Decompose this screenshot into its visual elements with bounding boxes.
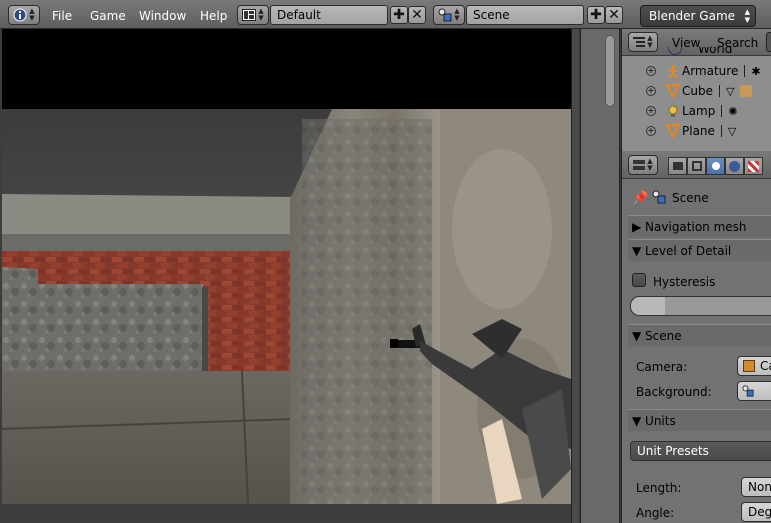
outliner-item-label: Plane (682, 124, 715, 138)
length-label: Length: (636, 481, 682, 495)
crosshair-icon (390, 339, 398, 347)
angle-unit-select[interactable]: Degr (741, 502, 771, 522)
world-tab-icon[interactable] (725, 157, 744, 175)
expand-icon[interactable]: + (646, 66, 656, 76)
delete-screen-icon[interactable]: ✕ (408, 6, 426, 24)
outliner-item-label: Cube (682, 84, 713, 98)
mesh-icon (666, 124, 680, 138)
screen-layout-browse-button[interactable]: ▲ ▼ (237, 5, 269, 25)
unit-presets-menu[interactable]: Unit Presets (630, 441, 771, 461)
render-engine-value: Blender Game (649, 9, 736, 23)
render-layers-tab-icon[interactable] (687, 157, 706, 175)
mesh-icon (666, 84, 680, 98)
expand-icon[interactable]: + (646, 126, 656, 136)
separator (721, 105, 723, 117)
menu-file[interactable]: File (52, 9, 72, 23)
length-unit-select[interactable]: None (741, 477, 771, 497)
scene-icon (438, 8, 452, 22)
outliner-item-label: Armature (682, 64, 739, 78)
dropdown-arrows-icon: ▲ ▼ (29, 7, 35, 22)
outliner-item-label: World (698, 47, 733, 56)
angle-label: Angle: (636, 506, 675, 520)
expand-icon[interactable]: + (646, 86, 656, 96)
expand-icon[interactable]: + (646, 106, 656, 116)
add-scene-icon[interactable]: ✚ (587, 6, 605, 24)
lamp-data-icon: ✺ (728, 104, 738, 118)
lamp-icon (668, 105, 678, 117)
screen-layout-field[interactable]: Default (270, 5, 388, 25)
mesh-data-icon: ▽ (725, 84, 735, 98)
add-screen-icon[interactable]: ✚ (390, 6, 408, 24)
hysteresis-checkbox[interactable] (632, 273, 646, 287)
background-label: Background: (636, 385, 712, 399)
menu-window[interactable]: Window (139, 9, 186, 23)
info-icon (13, 8, 27, 22)
info-header: ▲ ▼ File Game Window Help ▲ ▼ Default ✚ ✕ … (0, 0, 771, 29)
viewport-bottom-bar (2, 504, 571, 523)
camera-value: Ca (760, 359, 771, 373)
panel-level-of-detail[interactable]: ▼ Level of Detail (628, 239, 771, 261)
properties-panel: ▲ ▼ 📌 Scene ▶ Navigation mesh ▼ Level of … (621, 151, 771, 523)
dropdown-arrows-icon: ▲ ▼ (454, 7, 460, 22)
mesh-data-icon: ▽ (727, 124, 737, 138)
panel-units[interactable]: ▼ Units (628, 409, 771, 431)
slider-fill (631, 297, 665, 315)
game-viewport[interactable] (2, 29, 571, 504)
camera-object-icon (743, 360, 755, 372)
world-icon (668, 47, 682, 55)
panel-title: Level of Detail (645, 244, 732, 258)
panel-scene[interactable]: ▼ Scene (628, 324, 771, 346)
armature-icon (668, 65, 678, 78)
properties-icon (633, 160, 646, 170)
camera-label: Camera: (636, 360, 688, 374)
outliner-item-label: Lamp (682, 104, 716, 118)
camera-field[interactable]: Ca (737, 356, 771, 376)
menu-help[interactable]: Help (200, 9, 227, 23)
render-engine-select[interactable]: Blender Game ▲ ▼ (640, 5, 756, 27)
separator (744, 65, 746, 77)
outliner-panel: ▲ ▼ View Search World + Armature ✱ + Cube… (621, 29, 771, 151)
scene-icon (742, 385, 754, 397)
background-scene-field[interactable] (737, 381, 771, 401)
outliner-row-cube[interactable]: + Cube ▽ (622, 81, 771, 101)
outliner-row-world[interactable]: World (622, 47, 771, 61)
scene-tab-icon[interactable] (706, 157, 725, 175)
scene-browse-button[interactable]: ▲ ▼ (433, 5, 465, 25)
panel-title: Navigation mesh (645, 220, 747, 234)
texture-tab-icon[interactable] (744, 157, 763, 175)
panel-title: Units (645, 414, 676, 428)
hysteresis-label: Hysteresis (653, 275, 716, 289)
dropdown-arrows-icon: ▲ ▼ (647, 157, 653, 172)
game-scene-image (2, 29, 571, 504)
region-divider (571, 29, 579, 523)
editor-type-button[interactable]: ▲ ▼ (8, 5, 40, 25)
dropdown-arrows-icon: ▲ ▼ (744, 8, 750, 24)
outliner-row-lamp[interactable]: + Lamp ✺ (622, 101, 771, 121)
panel-navigation-mesh[interactable]: ▶ Navigation mesh (628, 215, 771, 237)
scrollbar-thumb[interactable] (605, 35, 615, 107)
layout-icon (242, 9, 257, 21)
hysteresis-slider[interactable] (630, 296, 771, 316)
scene-icon (652, 190, 666, 204)
dropdown-arrows-icon: ▲ ▼ (258, 7, 264, 22)
pin-icon[interactable]: 📌 (632, 191, 648, 206)
menu-game[interactable]: Game (90, 9, 126, 23)
armature-data-icon: ✱ (751, 64, 761, 78)
properties-header: ▲ ▼ (622, 151, 771, 179)
delete-scene-icon[interactable]: ✕ (605, 6, 623, 24)
modifier-icon (740, 85, 753, 97)
outliner-row-armature[interactable]: + Armature ✱ (622, 61, 771, 81)
properties-editor-type-button[interactable]: ▲ ▼ (628, 155, 658, 175)
context-path-label: Scene (672, 191, 709, 205)
panel-title: Scene (645, 329, 682, 343)
outliner-row-plane[interactable]: + Plane ▽ (622, 121, 771, 141)
separator (720, 125, 722, 137)
scene-field[interactable]: Scene (466, 5, 584, 25)
render-tab-icon[interactable] (668, 157, 687, 175)
separator (718, 85, 720, 97)
